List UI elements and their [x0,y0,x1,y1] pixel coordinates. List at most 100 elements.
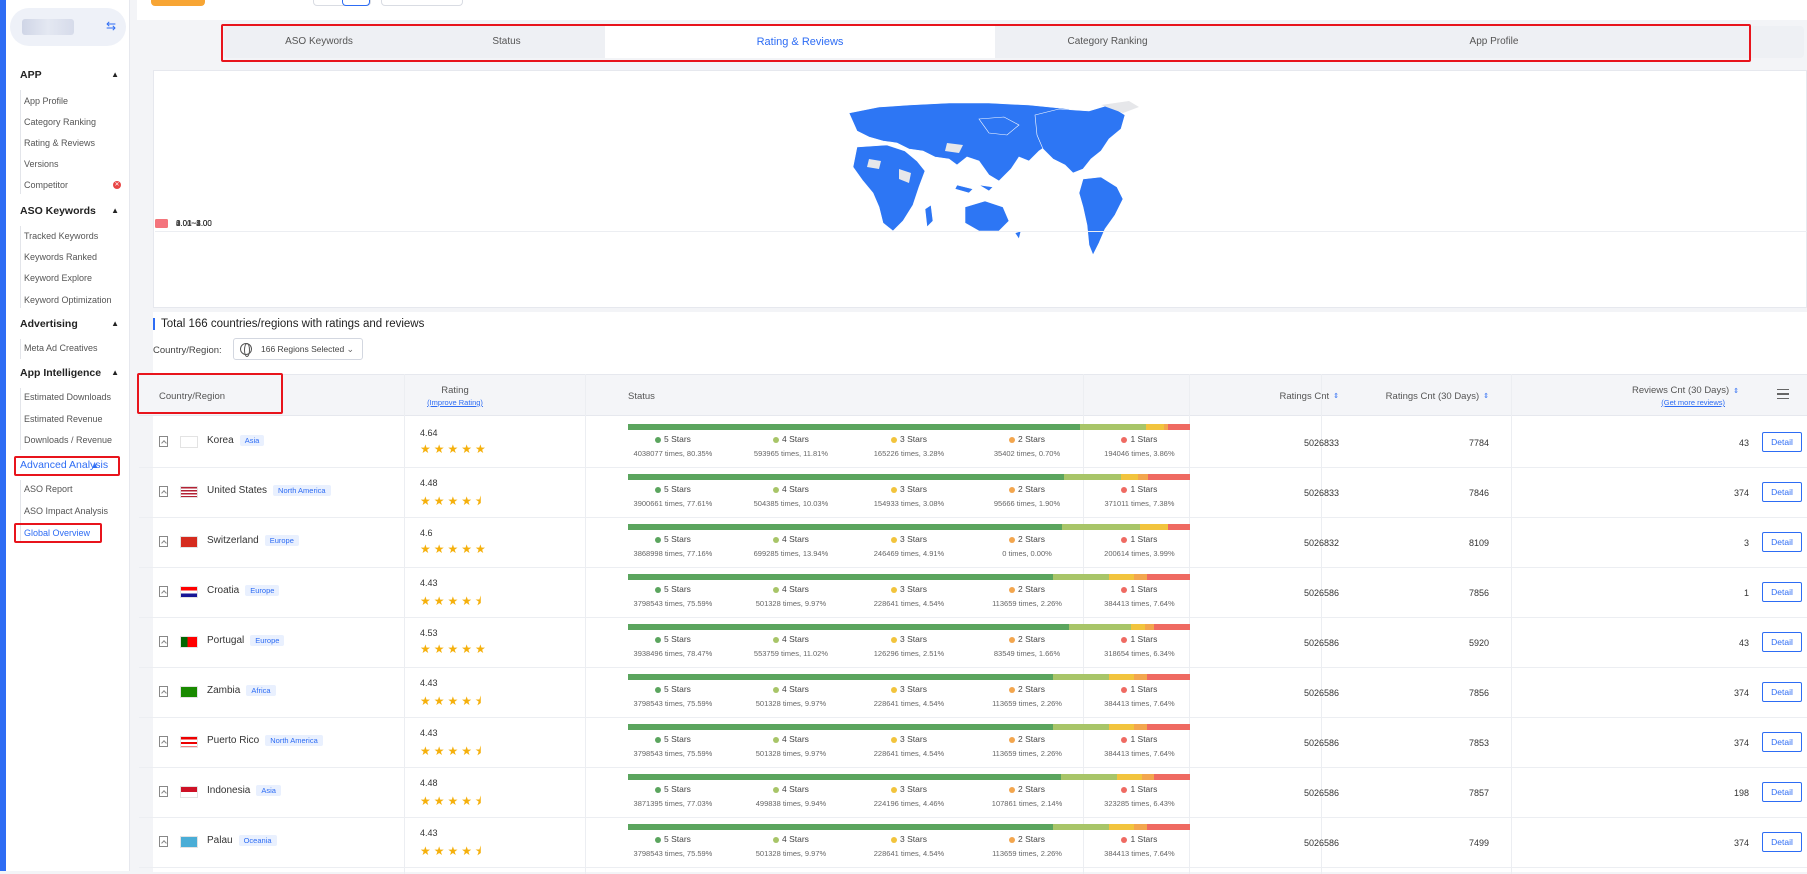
toolbar-button[interactable] [342,0,370,6]
star-rating: ★★★★⯨ [420,694,485,708]
detail-button[interactable]: Detail [1762,732,1802,752]
distribution-segment [1079,424,1146,430]
app-switcher[interactable]: ⇆ [10,8,126,46]
nav-competitor[interactable]: Competitor [24,180,68,190]
th-ratings-cnt-30[interactable]: Ratings Cnt (30 Days) ⇕ [1349,375,1489,417]
star-stat: 5 Stars 3798543 times, 75.59% [633,584,713,608]
rating-distribution-bar [628,674,1190,680]
star-rating: ★★★★⯨ [420,794,485,808]
new-badge-icon: ✕ [113,181,121,189]
star-stat: 1 Stars 194046 times, 3.86% [1104,434,1175,458]
reviews-cnt-30: 198 [1733,788,1749,798]
star-stat: 2 Stars 113659 times, 2.26% [992,834,1062,858]
dot-icon [654,736,661,743]
nav-category-ranking[interactable]: Category Ranking [24,117,96,127]
nav-versions[interactable]: Versions [24,159,59,169]
star-stat: 3 Stars 154933 times, 3.08% [873,484,945,508]
bookmark-icon[interactable] [159,736,168,747]
star-stat: 5 Stars 3868998 times, 77.16% [633,534,713,558]
group-title-app[interactable]: APP [20,69,42,81]
nav-tracked-keywords[interactable]: Tracked Keywords [24,231,98,241]
country-name: Korea Asia [207,435,265,446]
detail-button[interactable]: Detail [1762,832,1802,852]
group-title-app-intelligence[interactable]: App Intelligence [20,367,101,379]
group-divider [20,388,21,450]
bookmark-icon[interactable] [159,536,168,547]
toolbar-button[interactable] [151,0,205,6]
detail-button[interactable]: Detail [1762,482,1802,502]
nav-app-profile[interactable]: App Profile [24,96,68,106]
collapse-caret-icon[interactable]: ▲ [111,70,119,79]
legend-item[interactable]: 0.00~1.00 [155,216,1807,232]
flag-icon [180,636,198,648]
distribution-segment [1108,824,1135,830]
star-rating: ★★★★⯨ [420,744,485,758]
nav-rating-reviews[interactable]: Rating & Reviews [24,138,95,148]
nav-aso-report[interactable]: ASO Report [24,484,73,494]
nav-keyword-explore[interactable]: Keyword Explore [24,273,92,283]
country-name: United States North America [207,485,331,496]
detail-button[interactable]: Detail [1762,432,1802,452]
star-stat: 1 Stars 384413 times, 7.64% [1104,584,1175,608]
table-row: United States North America 4.48 ★★★★⯨ 5 St… [139,468,1807,518]
bookmark-icon[interactable] [159,786,168,797]
world-map[interactable] [839,99,1159,269]
ratings-cnt: 5026832 [1303,538,1339,548]
collapse-caret-icon[interactable]: ▲ [111,206,119,215]
bookmark-icon[interactable] [159,836,168,847]
nav-meta-ad-creatives[interactable]: Meta Ad Creatives [24,343,98,353]
country-name: Indonesia Asia [207,785,281,796]
improve-rating-link[interactable]: (Improve Rating) [427,398,483,407]
chevron-down-icon: ⌄ [346,344,354,354]
star-stat: 4 Stars 501328 times, 9.97% [755,834,827,858]
nav-keywords-ranked[interactable]: Keywords Ranked [24,252,97,262]
toolbar-button[interactable] [381,0,463,6]
star-stat: 3 Stars 165226 times, 3.28% [873,434,945,458]
highlight-advanced-analysis [14,456,120,476]
detail-button[interactable]: Detail [1762,532,1802,552]
bookmark-icon[interactable] [159,586,168,597]
nav-estimated-downloads[interactable]: Estimated Downloads [24,392,111,402]
region-filter-select[interactable]: 166 Regions Selected ⌄ [233,338,363,360]
collapse-caret-icon[interactable]: ▲ [111,368,119,377]
get-more-reviews-link[interactable]: (Get more reviews) [1661,398,1725,407]
dot-icon [1009,486,1016,493]
star-stat: 5 Stars 3798543 times, 75.59% [633,684,713,708]
flag-icon [180,436,198,448]
collapse-caret-icon[interactable]: ▲ [111,319,119,328]
swap-icon[interactable]: ⇆ [106,19,116,33]
group-title-advertising[interactable]: Advertising [20,318,78,330]
nav-estimated-revenue[interactable]: Estimated Revenue [24,414,103,424]
filter-label: Country/Region: [153,345,222,356]
nav-aso-impact-analysis[interactable]: ASO Impact Analysis [24,506,108,516]
detail-button[interactable]: Detail [1762,632,1802,652]
bookmark-icon[interactable] [159,486,168,497]
country-name: Zambia Africa [207,685,276,696]
dot-icon [1009,786,1016,793]
nav-keyword-optimization[interactable]: Keyword Optimization [24,295,112,305]
star-stat: 3 Stars 228641 times, 4.54% [873,734,945,758]
detail-button[interactable]: Detail [1762,682,1802,702]
app-logo [22,19,74,35]
th-ratings-cnt[interactable]: Ratings Cnt ⇕ [1199,375,1339,417]
flag-icon [180,836,198,848]
distribution-segment [1130,624,1146,630]
detail-button[interactable]: Detail [1762,782,1802,802]
rating-distribution-bar [628,774,1190,780]
star-stat: 4 Stars 593965 times, 11.81% [753,434,828,458]
bookmark-icon[interactable] [159,686,168,697]
detail-button[interactable]: Detail [1762,582,1802,602]
country-name: Portugal Europe [207,635,285,646]
group-title-aso-keywords[interactable]: ASO Keywords [20,205,96,217]
dot-icon [1009,586,1016,593]
top-toolbar [137,0,1807,20]
region-tag: Oceania [238,835,277,846]
bookmark-icon[interactable] [159,636,168,647]
th-reviews-cnt-30[interactable]: Reviews Cnt (30 Days) ⇕ (Get more reviews… [1539,375,1739,417]
distribution-segment [1134,674,1148,680]
bookmark-icon[interactable] [159,436,168,447]
nav-downloads-revenue[interactable]: Downloads / Revenue [24,435,112,445]
ratings-cnt-30: 7856 [1468,688,1489,698]
group-divider [20,226,21,308]
column-menu-icon[interactable] [1777,389,1789,399]
